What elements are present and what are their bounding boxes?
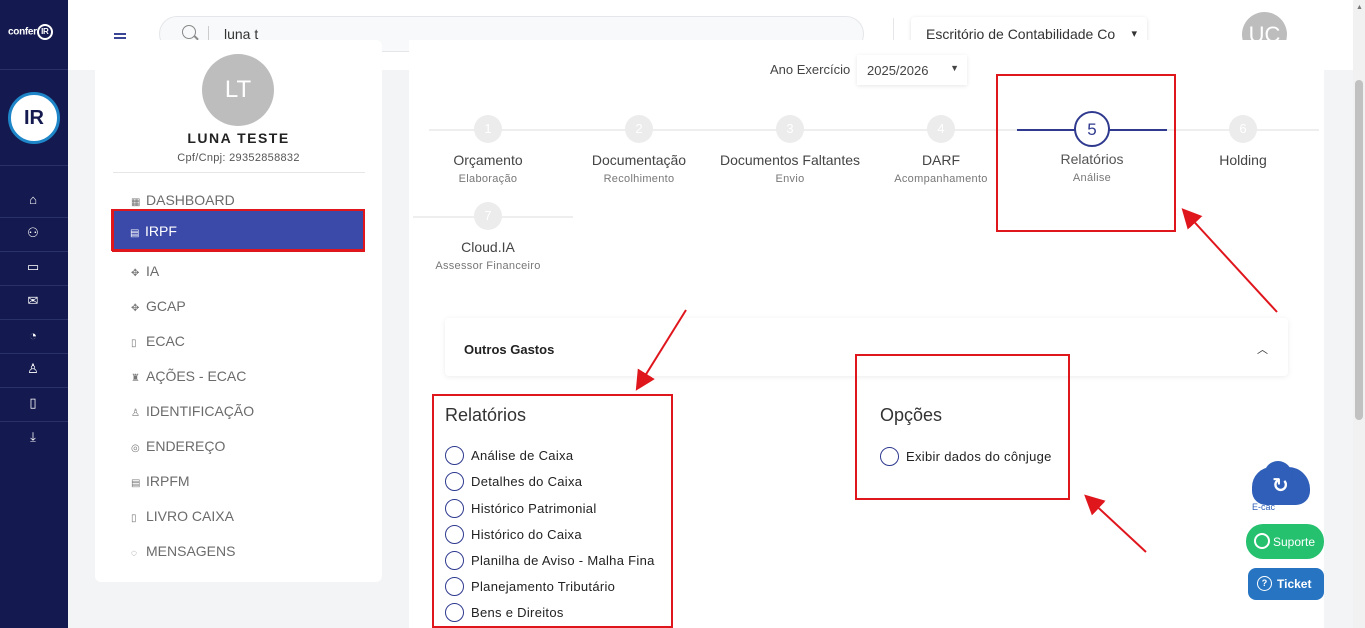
year-select[interactable]: 2025/2026 ▼ — [857, 55, 967, 85]
step-label: Documentação — [591, 152, 687, 168]
step-sub: Acompanhamento — [894, 173, 988, 185]
page-scrollbar[interactable]: ▲ — [1353, 0, 1365, 628]
client-cpf: Cpf/Cnpj: 29352858832 — [177, 152, 300, 164]
annotation-box-relatorios — [432, 394, 673, 628]
user-cog-icon[interactable]: ♙ — [24, 360, 42, 378]
sidebar-divider — [113, 172, 365, 173]
step-orcamento[interactable]: 1 Orçamento Elaboração — [413, 115, 563, 185]
grid-icon: ✥ — [131, 303, 140, 314]
rail-divider — [0, 285, 68, 286]
step-cloud-ia[interactable]: 7 Cloud.IA Assessor Financeiro — [413, 202, 563, 272]
step-number: 1 — [474, 115, 502, 143]
location-icon: ◎ — [131, 443, 140, 454]
chevron-down-icon: ▼ — [950, 63, 959, 73]
annotation-box-irpf — [112, 209, 365, 252]
card-icon[interactable]: ▭ — [24, 258, 42, 276]
book-icon: ▯ — [131, 338, 137, 349]
step-darf[interactable]: 4 DARF Acompanhamento — [866, 115, 1016, 185]
step-number: 2 — [625, 115, 653, 143]
sidebar-item-ia[interactable]: ✥ IA — [113, 257, 365, 285]
step-label: Holding — [1219, 152, 1267, 168]
home-icon[interactable]: ⌂ — [24, 190, 42, 208]
robot-icon: ♜ — [131, 373, 140, 384]
question-icon: ? — [1257, 576, 1272, 591]
chat-icon: ◌ — [131, 548, 137, 559]
support-button[interactable]: Suporte — [1246, 524, 1324, 559]
step-holding[interactable]: 6 Holding — [1168, 115, 1318, 173]
scrollbar-thumb[interactable] — [1355, 80, 1363, 420]
sidebar-item-endereco[interactable]: ◎ ENDEREÇO — [113, 432, 365, 460]
rail-divider — [0, 319, 68, 320]
step-sub: Recolhimento — [603, 173, 675, 185]
annotation-box-relatorios-step — [996, 74, 1176, 232]
app-logo[interactable]: confer IR — [8, 24, 53, 40]
file-icon[interactable]: ▯ — [24, 394, 42, 412]
accordion-title: Outros Gastos — [464, 342, 555, 357]
sidebar-item-acoes-ecac[interactable]: ♜ AÇÕES - ECAC — [113, 362, 365, 390]
ecac-cloud-button[interactable]: ↻ E-cac — [1252, 461, 1312, 513]
download-icon[interactable]: ⤓ — [24, 428, 42, 446]
step-documentos-faltantes[interactable]: 3 Documentos Faltantes Envio — [715, 115, 865, 185]
rail-divider — [0, 387, 68, 388]
search-icon — [182, 25, 196, 39]
rail-divider — [0, 217, 68, 218]
whatsapp-icon — [1254, 533, 1270, 549]
file-icon: ▤ — [131, 478, 141, 489]
rail-divider — [0, 421, 68, 422]
annotation-box-opcoes — [855, 354, 1070, 500]
step-number: 6 — [1229, 115, 1257, 143]
sidebar-item-identificacao[interactable]: ♙ IDENTIFICAÇÃO — [113, 397, 365, 425]
mail-icon[interactable]: ✉ — [24, 292, 42, 310]
ecac-label: E-cac — [1252, 502, 1276, 512]
users-icon[interactable]: ⚇ — [24, 224, 42, 242]
step-label: Cloud.IA — [461, 239, 515, 255]
sidebar-item-gcap[interactable]: ✥ GCAP — [113, 292, 365, 320]
user-icon: ♙ — [131, 408, 140, 419]
chevron-up-icon[interactable]: ︿ — [1257, 341, 1268, 357]
year-select-value: 2025/2026 — [867, 63, 929, 78]
scroll-up-icon[interactable]: ▲ — [1356, 4, 1363, 11]
sidebar-item-irpfm[interactable]: ▤ IRPFM — [113, 467, 365, 495]
step-sub: Assessor Financeiro — [435, 260, 541, 272]
pie-chart-icon[interactable]: ◔ — [24, 326, 42, 344]
step-number: 7 — [474, 202, 502, 230]
client-name: LUNA TESTE — [187, 130, 290, 146]
rail-divider — [0, 251, 68, 252]
rail-divider — [0, 353, 68, 354]
book-icon: ▯ — [131, 513, 137, 524]
sidebar-item-ecac[interactable]: ▯ ECAC — [113, 327, 365, 355]
sidebar-item-livro-caixa[interactable]: ▯ LIVRO CAIXA — [113, 502, 365, 530]
step-number: 3 — [776, 115, 804, 143]
client-avatar: LT — [202, 54, 274, 126]
year-label: Ano Exercício — [770, 62, 851, 77]
step-label: Documentos Faltantes — [719, 152, 861, 168]
rail-divider — [0, 69, 68, 70]
sidebar-item-mensagens[interactable]: ◌ MENSAGENS — [113, 537, 365, 565]
step-label: DARF — [921, 152, 961, 168]
dashboard-icon: ▦ — [131, 197, 141, 208]
brand-logo: IR — [8, 92, 60, 144]
grid-icon: ✥ — [131, 268, 140, 279]
step-documentacao[interactable]: 2 Documentação Recolhimento — [564, 115, 714, 185]
rail-divider — [0, 165, 68, 166]
step-sub: Envio — [775, 173, 805, 185]
left-rail: confer IR IR ⌂ ⚇ ▭ ✉ ◔ ♙ ▯ ⤓ — [0, 0, 68, 628]
sync-icon: ↻ — [1272, 475, 1289, 497]
chevron-down-icon: ▾ — [1131, 28, 1137, 40]
step-number: 4 — [927, 115, 955, 143]
step-sub: Elaboração — [458, 173, 518, 185]
step-label: Orçamento — [453, 152, 523, 168]
client-sidebar: LT LUNA TESTE Cpf/Cnpj: 29352858832 ▦ DAS… — [95, 40, 382, 582]
ticket-button[interactable]: ? Ticket — [1248, 568, 1324, 600]
